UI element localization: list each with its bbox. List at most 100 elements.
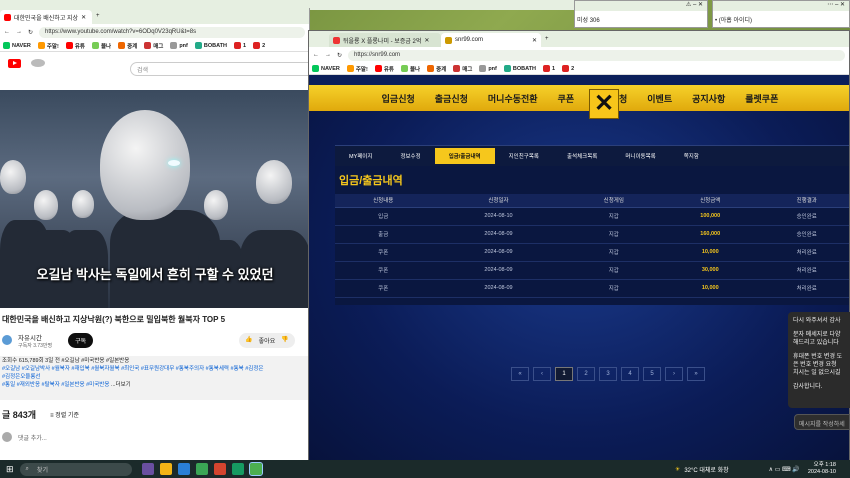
back-icon[interactable]: ← xyxy=(313,52,319,58)
table-cell: 쿠폰 xyxy=(335,279,432,298)
sub-tab-history[interactable]: 입금/출금내역 xyxy=(434,148,495,164)
nav-withdraw[interactable]: 출금신청 xyxy=(435,92,468,105)
sub-tab-money-move[interactable]: 머니이동목록 xyxy=(611,148,669,164)
sub-tab-edit-info[interactable]: 정보수정 xyxy=(386,148,434,164)
small-window-1[interactable]: ⚠ – ✕ 미성 306 xyxy=(574,0,708,28)
close-icon[interactable]: ✕ xyxy=(532,37,537,44)
page-button[interactable]: 1 xyxy=(555,367,573,381)
avatar[interactable] xyxy=(2,335,12,345)
page-button[interactable]: » xyxy=(687,367,705,381)
bookmark-item[interactable]: pnf xyxy=(479,65,497,72)
table-row: 쿠폰 2024-08-09 지갑 30,000 처리완료 xyxy=(335,261,849,280)
sort-button[interactable]: ≡ 정렬 기준 xyxy=(50,410,79,419)
video-description[interactable]: 조회수 615,789회 3일 전 #오길남 #미국반응 #일본반응 #오길남 … xyxy=(0,356,310,400)
reload-icon[interactable]: ↻ xyxy=(28,29,33,36)
bookmark-item[interactable]: 매그 xyxy=(453,65,472,73)
chrome-icon[interactable] xyxy=(195,463,208,475)
bookmark-item[interactable]: 1 xyxy=(234,42,246,49)
bookmarks-bar: NAVER 주말! 유튜 블나 중계 매그 pnf BOBATH 1 2 xyxy=(309,63,849,75)
windows-start-icon[interactable]: ⊞ xyxy=(6,464,14,475)
page-button[interactable]: « xyxy=(511,367,529,381)
youtube-logo-icon[interactable] xyxy=(8,58,21,68)
forward-icon[interactable]: → xyxy=(16,29,22,35)
more-link[interactable]: ...더보기 xyxy=(111,382,131,388)
edge-icon[interactable] xyxy=(177,463,190,475)
comment-input[interactable]: 댓글 추가... xyxy=(18,433,47,442)
page-button[interactable]: 3 xyxy=(599,367,617,381)
clock[interactable]: 오후 1:18 2024-08-10 xyxy=(808,462,836,476)
sub-tab-attendance[interactable]: 출석체크목록 xyxy=(553,148,611,164)
forward-icon[interactable]: → xyxy=(325,52,331,58)
bookmark-item[interactable]: 중계 xyxy=(118,42,137,50)
sub-tab-mypage[interactable]: MY페이지 xyxy=(335,148,386,164)
bookmark-item[interactable]: BOBATH xyxy=(503,65,536,72)
subscribe-button[interactable]: 구독 xyxy=(68,332,94,348)
sub-tab-messages[interactable]: 쪽지함 xyxy=(670,148,713,164)
app-icon[interactable] xyxy=(213,463,226,475)
comment-input-row: 댓글 추가... xyxy=(0,432,310,442)
tab-2[interactable]: snr99.com ✕ xyxy=(441,33,541,47)
bookmark-item[interactable]: 블나 xyxy=(400,65,420,73)
reload-icon[interactable]: ↻ xyxy=(337,52,342,59)
sub-tab-friends[interactable]: 지인친구목록 xyxy=(495,148,553,164)
weather-text[interactable]: 32°C 대체로 화창 xyxy=(684,465,728,474)
close-icon[interactable]: ✕ xyxy=(81,14,86,21)
like-button[interactable]: 👍 좋아요 👎 xyxy=(239,332,295,348)
window-controls[interactable]: ⋯ – ✕ xyxy=(713,1,849,11)
bookmark-item[interactable]: NAVER xyxy=(3,42,31,49)
page-button[interactable]: › xyxy=(665,367,683,381)
tray-icons[interactable]: ∧ ▭ ⌨ 🔊 xyxy=(769,466,800,473)
table-row: 쿠폰 2024-08-09 지갑 10,000 처리완료 xyxy=(335,243,849,262)
bookmark-item[interactable]: 2 xyxy=(253,42,265,49)
new-tab-icon[interactable]: + xyxy=(545,36,549,42)
url-field[interactable]: https://snr99.com xyxy=(348,49,845,61)
tab-youtube[interactable]: 대한민국을 배신하고 지상 ✕ xyxy=(0,10,92,24)
bookmark-item[interactable]: NAVER xyxy=(312,65,340,72)
bookmark-item[interactable]: 매그 xyxy=(144,42,163,50)
chat-input[interactable]: 메시지를 작성하세 xyxy=(794,414,850,430)
app-icon[interactable] xyxy=(231,463,244,475)
tab-1[interactable]: 뒤을룡 X 플롱나미 - 보증금 2억 ✕ xyxy=(329,33,441,47)
bookmark-item[interactable]: 중계 xyxy=(427,65,446,73)
nav-roulette-coupon[interactable]: 룰렛쿠폰 xyxy=(745,92,778,105)
small-window-2[interactable]: ⋯ – ✕ • (아홉 아이디) xyxy=(712,0,850,28)
table-cell: 2024-08-10 xyxy=(431,207,566,226)
close-icon[interactable]: ✕ xyxy=(424,37,429,44)
page-button[interactable]: 2 xyxy=(577,367,595,381)
page-button[interactable]: 4 xyxy=(621,367,639,381)
search-input[interactable]: 검색 xyxy=(130,62,310,76)
comment-count: 글 843개 xyxy=(2,410,37,420)
chrome-active-icon[interactable] xyxy=(248,462,263,476)
casino-browser-window: 뒤을룡 X 플롱나미 - 보증금 2억 ✕ snr99.com ✕ + ← → ↻ … xyxy=(308,30,850,462)
new-tab-icon[interactable]: + xyxy=(96,13,100,19)
channel-name[interactable]: 자유시간 xyxy=(18,332,52,342)
thumbs-down-icon[interactable]: 👎 xyxy=(281,336,288,345)
bookmark-item[interactable]: pnf xyxy=(170,42,188,49)
table-cell: 쿠폰 xyxy=(335,261,432,280)
bookmark-item[interactable]: 주말! xyxy=(37,42,59,50)
bookmark-item[interactable]: BOBATH xyxy=(194,42,227,49)
tab-bar: 뒤을룡 X 플롱나미 - 보증금 2억 ✕ snr99.com ✕ + xyxy=(309,31,849,47)
bookmark-item[interactable]: 유튜 xyxy=(374,65,394,73)
bookmark-item[interactable]: 블나 xyxy=(91,42,111,50)
page-button[interactable]: 5 xyxy=(643,367,661,381)
bookmark-item[interactable]: 유튜 xyxy=(65,42,85,50)
nav-deposit[interactable]: 입금신청 xyxy=(382,92,415,105)
nav-money-convert[interactable]: 머니수동전환 xyxy=(488,92,538,105)
nav-notice[interactable]: 공지사항 xyxy=(692,92,725,105)
taskbar-search[interactable]: ⌕ 찾기 xyxy=(19,462,132,476)
widgets-icon[interactable] xyxy=(141,463,154,475)
back-icon[interactable]: ← xyxy=(4,29,10,35)
nav-event[interactable]: 이벤트 xyxy=(647,92,672,105)
bookmark-item[interactable]: 2 xyxy=(562,65,574,72)
page-button[interactable]: ‹ xyxy=(533,367,551,381)
bookmark-item[interactable]: 주말! xyxy=(346,65,368,73)
file-explorer-icon[interactable] xyxy=(159,463,172,475)
close-menu-button[interactable]: ✕ xyxy=(589,89,619,119)
nav-coupon[interactable]: 쿠폰 xyxy=(558,92,575,105)
video-player[interactable]: 오길남 박사는 독일에서 흔히 구할 수 있었던 xyxy=(0,90,310,308)
sun-icon: ☀ xyxy=(674,466,681,473)
bookmark-item[interactable]: 1 xyxy=(543,65,555,72)
url-field[interactable]: https://www.youtube.com/watch?v=6ODq0V23… xyxy=(39,26,305,38)
window-controls[interactable]: ⚠ – ✕ xyxy=(575,1,707,11)
